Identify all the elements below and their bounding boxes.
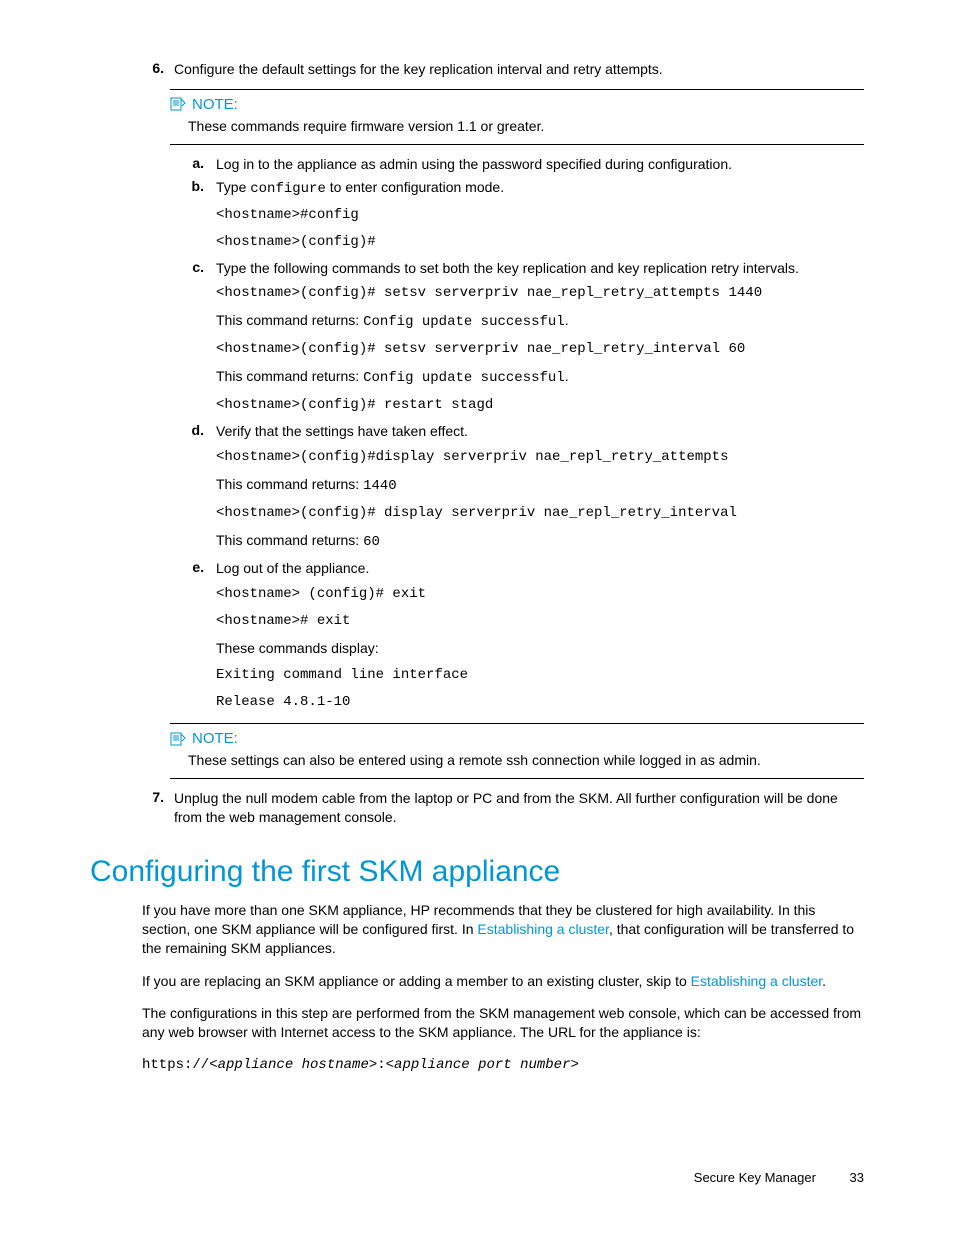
return-text: This command returns: Config update succ… [216, 310, 864, 333]
code-line: <hostname> (config)# exit [216, 584, 864, 605]
code-line: Exiting command line interface [216, 665, 864, 686]
paragraph: If you have more than one SKM appliance,… [142, 901, 864, 958]
text: This command returns: [216, 532, 363, 548]
return-text: This command returns: Config update succ… [216, 366, 864, 389]
return-text: This command returns: 60 [216, 530, 864, 553]
section-heading: Configuring the first SKM appliance [90, 855, 864, 889]
footer-title: Secure Key Manager [694, 1170, 816, 1185]
code-line: <hostname>(config)# [216, 232, 864, 253]
link-establishing-cluster[interactable]: Establishing a cluster [691, 973, 823, 989]
text: to enter configuration mode. [326, 179, 504, 195]
note-icon [170, 732, 186, 746]
step-text: Unplug the null modem cable from the lap… [174, 789, 864, 827]
substep-b: b. Type configure to enter configuration… [186, 178, 864, 199]
page-number: 33 [850, 1170, 864, 1185]
code-line: <hostname>(config)# restart stagd [216, 395, 864, 416]
substep-marker: e. [186, 559, 204, 578]
link-establishing-cluster[interactable]: Establishing a cluster [477, 921, 609, 937]
page-footer: Secure Key Manager 33 [694, 1170, 864, 1185]
step-6: 6. Configure the default settings for th… [142, 60, 864, 79]
substep-text: Log in to the appliance as admin using t… [216, 155, 864, 174]
note-block-1: NOTE: These commands require firmware ve… [170, 89, 864, 145]
substep-text: Log out of the appliance. [216, 559, 864, 578]
substep-text: Type configure to enter configuration mo… [216, 178, 864, 199]
substep-marker: a. [186, 155, 204, 174]
text: . [822, 973, 826, 989]
inline-code: 60 [363, 534, 380, 550]
note-label: NOTE: [192, 730, 238, 747]
substep-a: a. Log in to the appliance as admin usin… [186, 155, 864, 174]
step-number: 6. [142, 60, 164, 79]
substep-text: Type the following commands to set both … [216, 259, 864, 278]
paragraph: The configurations in this step are perf… [142, 1004, 864, 1042]
code-line: <hostname>(config)# setsv serverpriv nae… [216, 339, 864, 360]
code-line: Release 4.8.1-10 [216, 692, 864, 713]
note-block-2: NOTE: These settings can also be entered… [170, 723, 864, 779]
code-line: <hostname>#config [216, 205, 864, 226]
url-template: https://<appliance hostname>:<appliance … [142, 1056, 864, 1075]
inline-code: Config update successful [363, 370, 565, 386]
code-line: <hostname>(config)#display serverpriv na… [216, 447, 864, 468]
text: These commands display: [216, 638, 864, 659]
text: This command returns: [216, 476, 363, 492]
url-protocol: https:// [142, 1057, 209, 1073]
url-hostname: <appliance hostname> [209, 1057, 377, 1073]
text: Type [216, 179, 250, 195]
substep-marker: d. [186, 422, 204, 441]
note-icon [170, 97, 186, 111]
note-text: These settings can also be entered using… [188, 751, 864, 770]
return-text: This command returns: 1440 [216, 474, 864, 497]
substep-text: Verify that the settings have taken effe… [216, 422, 864, 441]
note-text: These commands require firmware version … [188, 117, 864, 136]
step-number: 7. [142, 789, 164, 827]
inline-code: 1440 [363, 478, 397, 494]
url-sep: : [377, 1057, 385, 1073]
note-label: NOTE: [192, 96, 238, 113]
text: This command returns: [216, 312, 363, 328]
step-7: 7. Unplug the null modem cable from the … [142, 789, 864, 827]
text: If you are replacing an SKM appliance or… [142, 973, 691, 989]
code-line: <hostname># exit [216, 611, 864, 632]
code-line: <hostname>(config)# setsv serverpriv nae… [216, 283, 864, 304]
substep-e: e. Log out of the appliance. [186, 559, 864, 578]
substep-c: c. Type the following commands to set bo… [186, 259, 864, 278]
substep-d: d. Verify that the settings have taken e… [186, 422, 864, 441]
url-port: <appliance port number> [386, 1057, 579, 1073]
substep-marker: b. [186, 178, 204, 199]
inline-code: Config update successful [363, 314, 565, 330]
step-text: Configure the default settings for the k… [174, 60, 864, 79]
substep-marker: c. [186, 259, 204, 278]
text: This command returns: [216, 368, 363, 384]
code-line: <hostname>(config)# display serverpriv n… [216, 503, 864, 524]
inline-code: configure [250, 181, 326, 197]
paragraph: If you are replacing an SKM appliance or… [142, 972, 864, 991]
